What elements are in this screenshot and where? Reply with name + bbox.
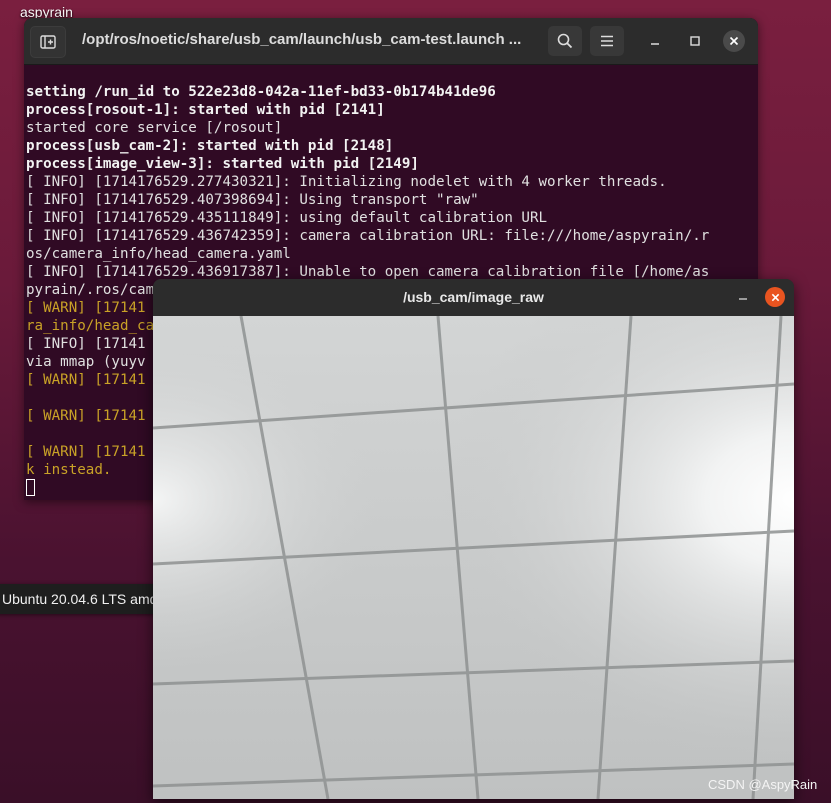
terminal-line: process[rosout-1]: started with pid [214… xyxy=(26,102,385,118)
terminal-titlebar[interactable]: /opt/ros/noetic/share/usb_cam/launch/usb… xyxy=(24,18,758,65)
maximize-icon xyxy=(690,36,700,46)
camera-feed-image xyxy=(153,315,794,799)
image-view-minimize-button[interactable] xyxy=(733,287,753,307)
terminal-line: [ INFO] [1714176529.436742359]: camera c… xyxy=(26,228,710,244)
terminal-line: started core service [/rosout] xyxy=(26,120,283,136)
search-button[interactable] xyxy=(548,26,582,56)
terminal-cursor xyxy=(26,479,35,496)
terminal-line: process[image_view-3]: started with pid … xyxy=(26,156,419,172)
terminal-title: /opt/ros/noetic/share/usb_cam/launch/usb… xyxy=(82,31,522,48)
menu-button[interactable] xyxy=(590,26,624,56)
terminal-line: os/camera_info/head_camera.yaml xyxy=(26,246,291,262)
terminal-line: [ INFO] [1714176529.277430321]: Initiali… xyxy=(26,174,667,190)
terminal-line: [ INFO] [1714176529.435111849]: using de… xyxy=(26,210,548,226)
close-button[interactable] xyxy=(723,30,745,52)
ceiling-tiles-image xyxy=(153,315,794,799)
image-view-window: /usb_cam/image_raw xyxy=(153,279,794,799)
csdn-watermark: CSDN @AspyRain xyxy=(708,777,818,792)
terminal-line: setting /run_id to 522e23d8-042a-11ef-bd… xyxy=(26,84,496,100)
new-tab-button[interactable] xyxy=(30,26,66,58)
image-view-close-button[interactable] xyxy=(765,287,785,307)
close-icon xyxy=(771,293,779,301)
terminal-line: [ INFO] [1714176529.407398694]: Using tr… xyxy=(26,192,479,208)
search-icon xyxy=(557,33,573,49)
image-view-title: /usb_cam/image_raw xyxy=(403,289,544,305)
minimize-icon xyxy=(739,298,747,300)
hamburger-icon xyxy=(601,35,613,47)
close-icon xyxy=(729,36,739,46)
image-view-titlebar[interactable]: /usb_cam/image_raw xyxy=(153,279,794,316)
minimize-button[interactable] xyxy=(644,30,666,52)
maximize-button[interactable] xyxy=(684,30,706,52)
new-tab-icon xyxy=(40,35,56,49)
terminal-line: process[usb_cam-2]: started with pid [21… xyxy=(26,138,394,154)
minimize-icon xyxy=(651,43,659,45)
